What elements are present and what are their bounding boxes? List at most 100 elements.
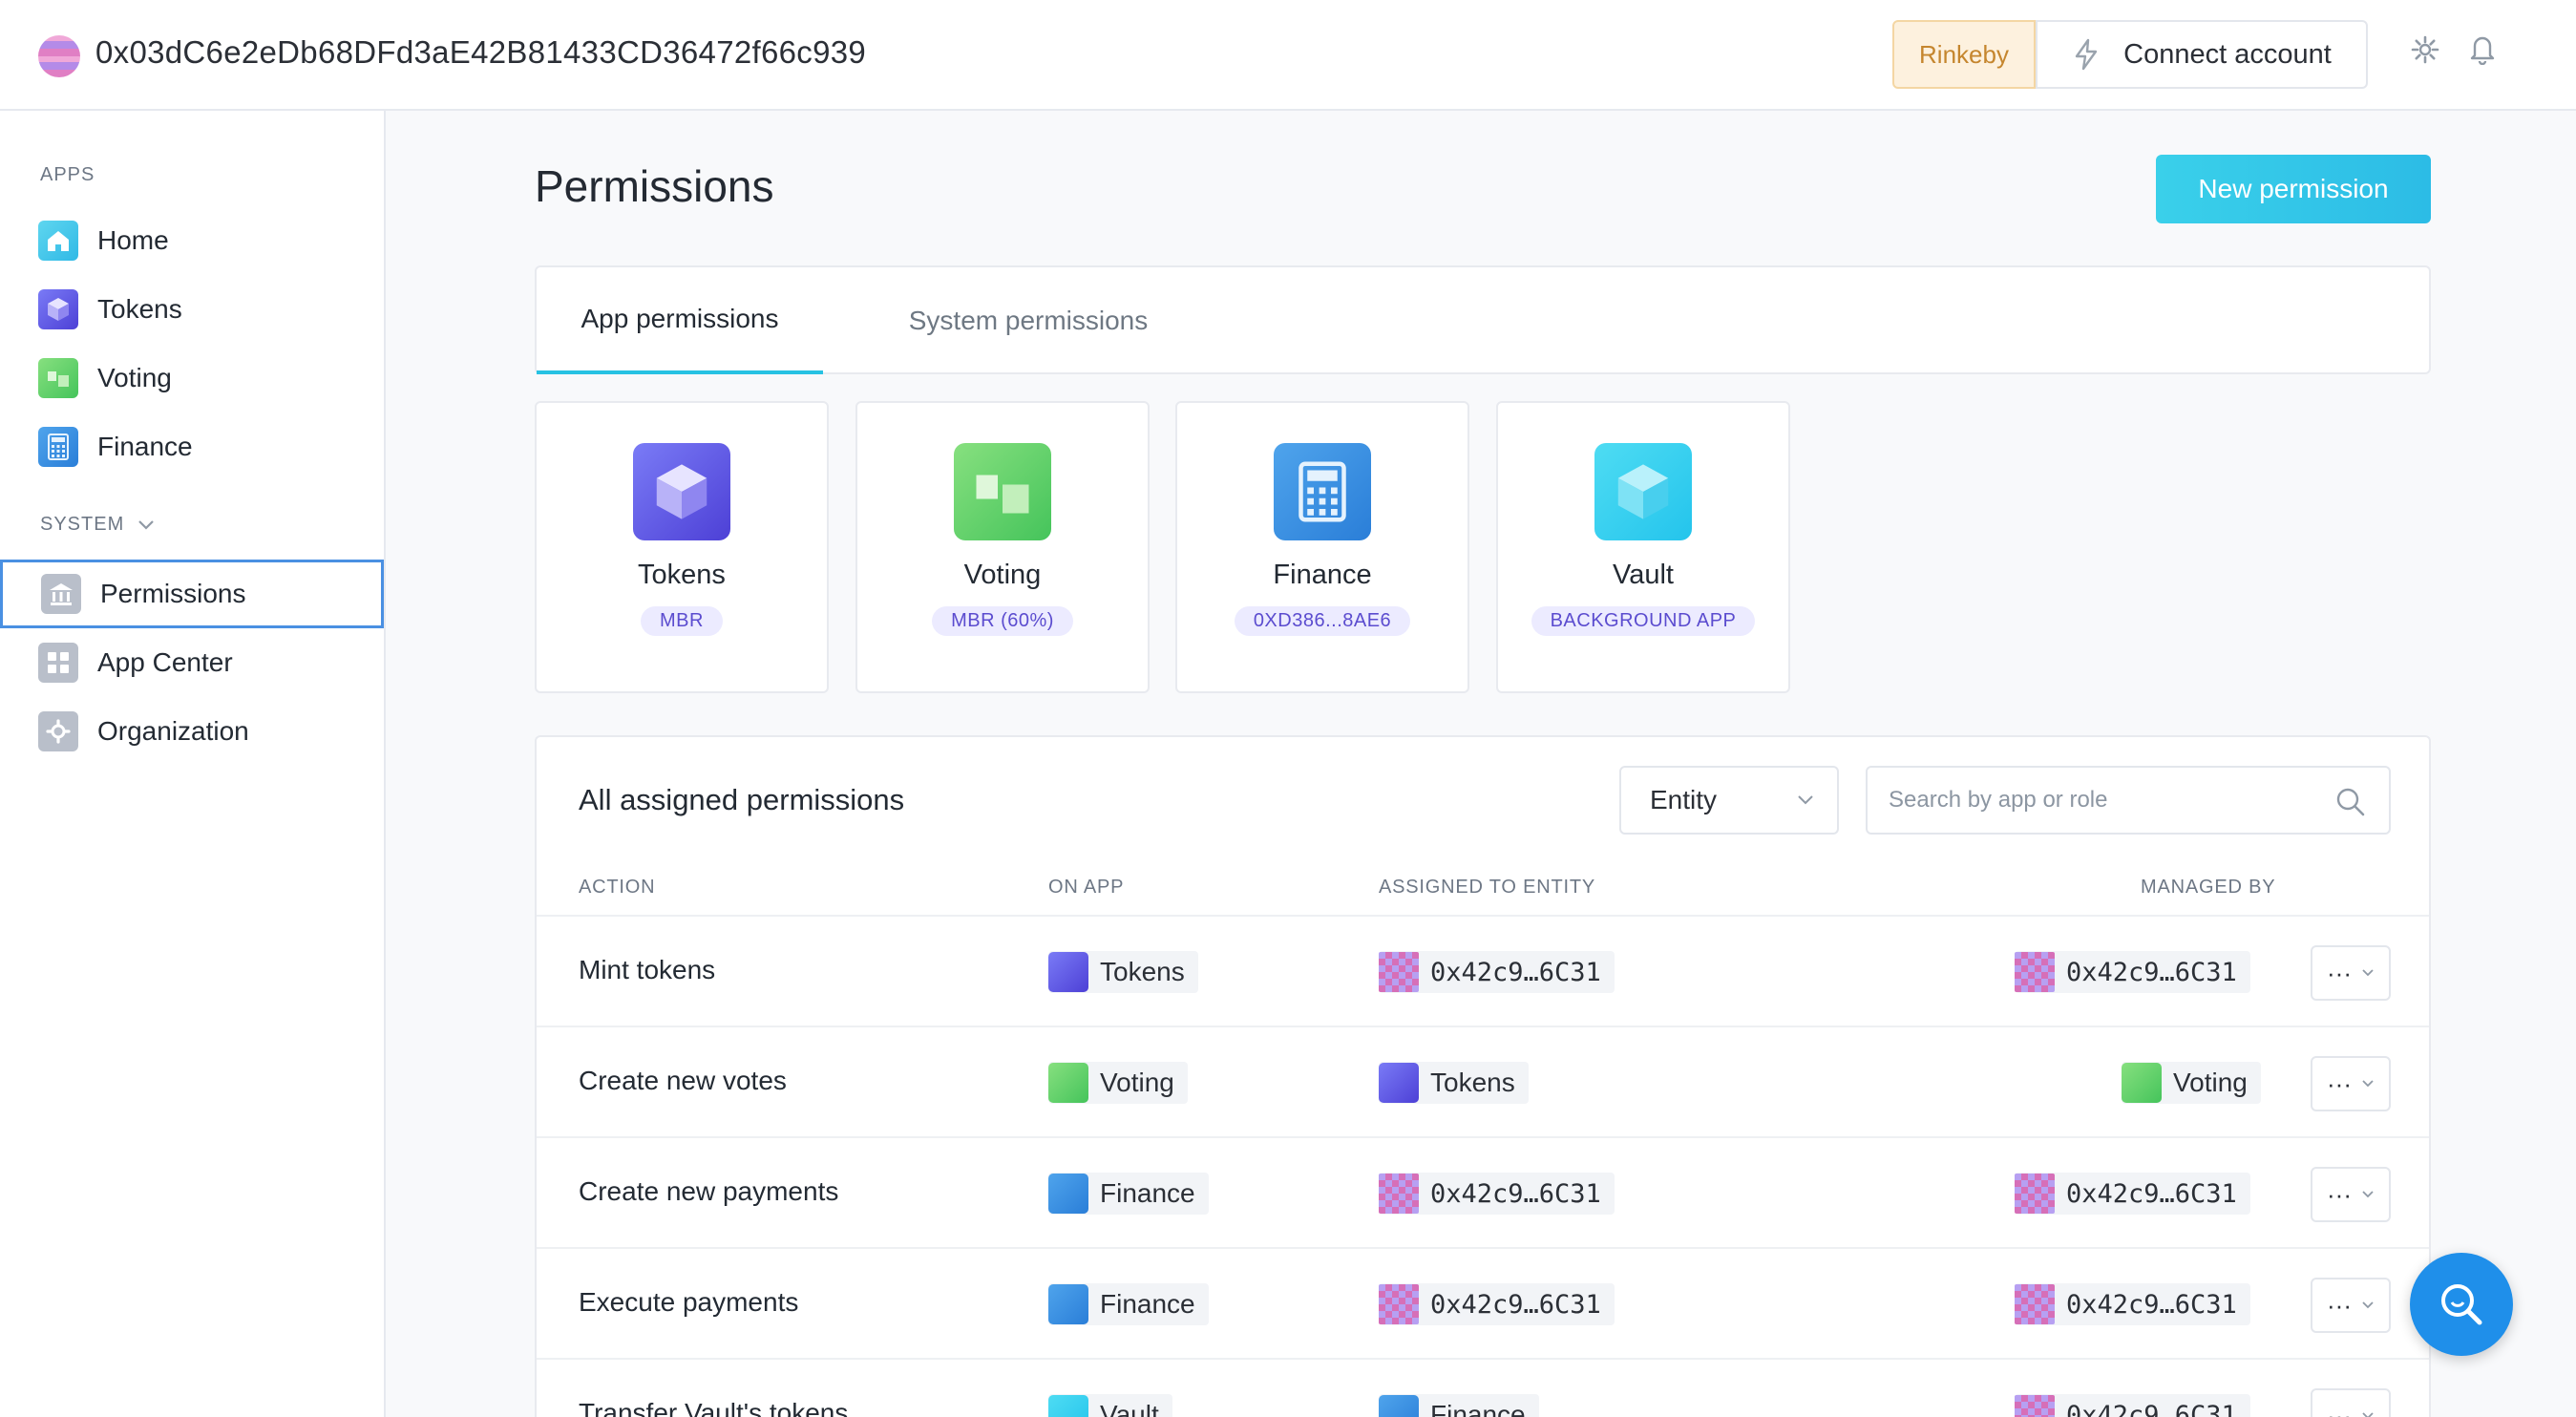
row-actions-button[interactable]: ··· [2311, 945, 2391, 1001]
top-bar: 0x03dC6e2eDb68DFd3aE42B81433CD36472f66c9… [0, 0, 2576, 111]
permission-action: Create new payments [579, 1176, 839, 1206]
home-icon [38, 221, 78, 261]
app-card-badge: BACKGROUND APP [1531, 606, 1756, 636]
settings-gear-icon[interactable] [2410, 34, 2440, 65]
search-icon [2336, 788, 2365, 816]
chevron-down-icon [2362, 1301, 2374, 1309]
app-card-badge: 0XD386...8AE6 [1234, 606, 1411, 636]
bank-icon [41, 574, 81, 614]
tab-system-permissions[interactable]: System permissions [823, 267, 1234, 374]
app-card-name: Finance [1273, 560, 1372, 590]
tokens-icon [38, 289, 78, 329]
identicon-icon [2015, 1395, 2055, 1417]
identicon-icon [1379, 1284, 1419, 1324]
permissions-tabs: App permissions System permissions [535, 265, 2431, 374]
voting-icon [2122, 1063, 2162, 1103]
entity-chip[interactable]: Tokens [1379, 1062, 1529, 1104]
table-row: Execute payments Finance 0x42c9…6C31 0x4… [537, 1247, 2429, 1358]
app-chip[interactable]: Vault [1048, 1394, 1172, 1417]
sidebar-item-home[interactable]: Home [0, 206, 384, 275]
manager-chip[interactable]: 0x42c9…6C31 [2015, 1283, 2250, 1325]
vault-icon [1048, 1395, 1088, 1417]
entity-filter-select[interactable]: Entity [1619, 766, 1839, 835]
app-card-finance[interactable]: Finance 0XD386...8AE6 [1175, 401, 1469, 693]
identicon-icon [2015, 1174, 2055, 1214]
panel-title: All assigned permissions [579, 783, 905, 816]
row-actions-button[interactable]: ··· [2311, 1388, 2391, 1417]
row-actions-button[interactable]: ··· [2311, 1056, 2391, 1111]
sidebar-item-permissions[interactable]: Permissions [0, 560, 384, 628]
chevron-down-icon [138, 519, 155, 530]
sidebar-item-label: Voting [97, 363, 172, 392]
app-card-name: Voting [963, 560, 1042, 590]
finance-icon [1048, 1174, 1088, 1214]
search-placeholder: Search by app or role [1889, 787, 2108, 813]
org-address[interactable]: 0x03dC6e2eDb68DFd3aE42B81433CD36472f66c9… [95, 34, 866, 71]
connect-account-button[interactable]: Connect account [2036, 20, 2368, 89]
app-chip[interactable]: Finance [1048, 1173, 1209, 1215]
app-chip[interactable]: Finance [1048, 1283, 1209, 1325]
tokens-icon [1048, 952, 1088, 992]
vault-icon [1594, 443, 1692, 540]
app-chip[interactable]: Voting [1048, 1062, 1188, 1104]
sidebar-item-app-center[interactable]: App Center [0, 628, 384, 697]
help-search-icon [2441, 1284, 2482, 1325]
finance-icon [1048, 1284, 1088, 1324]
voting-icon [38, 358, 78, 398]
voting-icon [954, 443, 1051, 540]
permission-action: Create new votes [579, 1066, 787, 1095]
row-actions-button[interactable]: ··· [2311, 1167, 2391, 1222]
entity-chip[interactable]: 0x42c9…6C31 [1379, 951, 1615, 993]
identicon-icon [1379, 1174, 1419, 1214]
chevron-down-icon [2362, 1412, 2374, 1417]
system-section-toggle[interactable]: SYSTEM [40, 514, 155, 536]
app-card-badge: MBR (60%) [932, 606, 1073, 636]
app-card-tokens[interactable]: Tokens MBR [535, 401, 829, 693]
entity-chip[interactable]: Finance [1379, 1394, 1539, 1417]
app-card-voting[interactable]: Voting MBR (60%) [855, 401, 1150, 693]
tab-app-permissions[interactable]: App permissions [537, 267, 823, 374]
app-chip[interactable]: Tokens [1048, 951, 1198, 993]
sidebar-item-label: Home [97, 225, 169, 255]
entity-filter-value: Entity [1650, 785, 1718, 814]
sidebar-item-label: App Center [97, 647, 233, 677]
tokens-icon [633, 443, 730, 540]
sidebar-item-voting[interactable]: Voting [0, 344, 384, 412]
chevron-down-icon [1798, 795, 1813, 805]
search-input[interactable]: Search by app or role [1866, 766, 2391, 835]
permission-action: Transfer Vault's tokens [579, 1398, 849, 1417]
sidebar-item-label: Finance [97, 432, 193, 461]
manager-chip[interactable]: 0x42c9…6C31 [2015, 1173, 2250, 1215]
app-card-badge: MBR [641, 606, 723, 636]
manager-chip[interactable]: 0x42c9…6C31 [2015, 951, 2250, 993]
sidebar-item-tokens[interactable]: Tokens [0, 275, 384, 344]
manager-chip[interactable]: 0x42c9…6C31 [2015, 1394, 2250, 1417]
tokens-icon [1379, 1063, 1419, 1103]
row-actions-button[interactable]: ··· [2311, 1278, 2391, 1333]
column-header-action: ACTION [579, 877, 656, 898]
network-badge: Rinkeby [1892, 20, 2036, 89]
chevron-down-icon [2362, 969, 2374, 977]
sidebar: APPS Home Tokens Voting Finance SYSTEM P… [0, 111, 386, 1417]
column-header-on-app: ON APP [1048, 877, 1125, 898]
column-header-managed-by: MANAGED BY [2141, 877, 2276, 898]
page-title: Permissions [535, 161, 774, 211]
sidebar-item-label: Organization [97, 716, 249, 746]
identicon-icon [2015, 1284, 2055, 1324]
sidebar-item-label: Tokens [97, 294, 182, 324]
identicon-icon [2015, 952, 2055, 992]
chevron-down-icon [2362, 1080, 2374, 1088]
lightning-icon [2075, 38, 2098, 71]
new-permission-button[interactable]: New permission [2156, 155, 2431, 223]
entity-chip[interactable]: 0x42c9…6C31 [1379, 1173, 1615, 1215]
gear-icon [38, 711, 78, 751]
table-row: Create new payments Finance 0x42c9…6C31 … [537, 1136, 2429, 1247]
notifications-bell-icon[interactable] [2467, 32, 2498, 65]
help-search-button[interactable] [2410, 1253, 2513, 1356]
manager-chip[interactable]: Voting [2122, 1062, 2261, 1104]
sidebar-item-finance[interactable]: Finance [0, 412, 384, 481]
entity-chip[interactable]: 0x42c9…6C31 [1379, 1283, 1615, 1325]
sidebar-item-organization[interactable]: Organization [0, 697, 384, 766]
apps-section-label: APPS [40, 164, 95, 185]
app-card-vault[interactable]: Vault BACKGROUND APP [1496, 401, 1790, 693]
